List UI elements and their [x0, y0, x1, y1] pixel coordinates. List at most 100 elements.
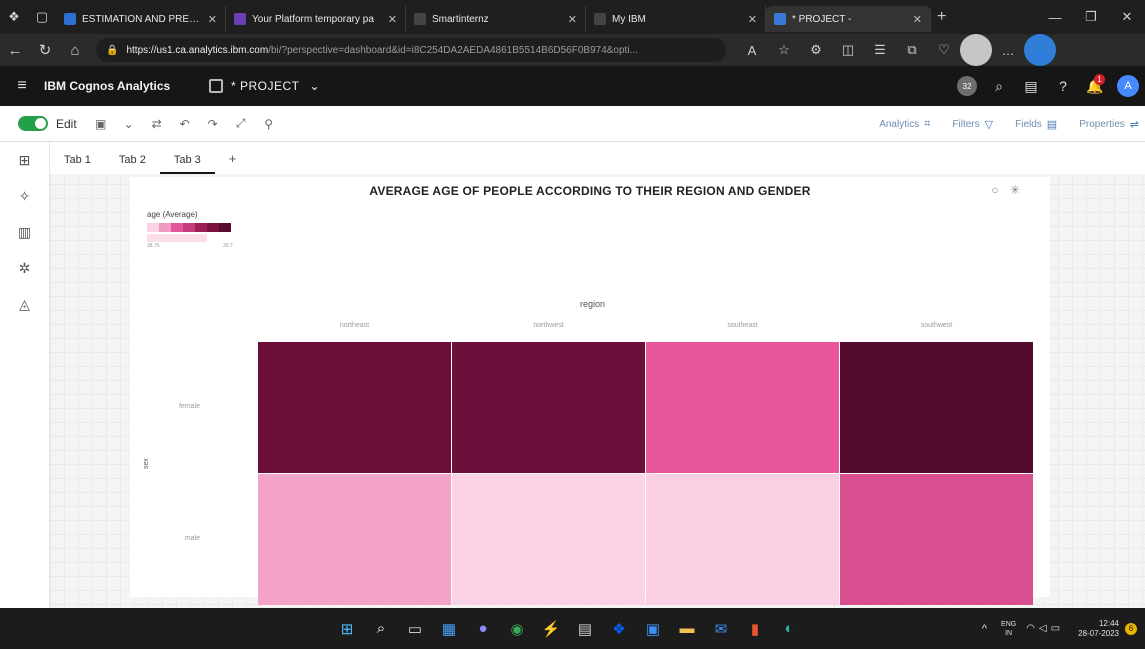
help-icon[interactable]: ?	[1047, 66, 1079, 106]
search-icon[interactable]: ⌕	[366, 614, 396, 644]
properties-button[interactable]: Properties ⇌	[1079, 118, 1139, 131]
dropbox-icon[interactable]: ❖	[604, 614, 634, 644]
brand-name: IBM Cognos Analytics	[44, 79, 171, 93]
mail-icon[interactable]: ✉	[706, 614, 736, 644]
close-window-icon[interactable]: ✕	[1109, 0, 1145, 34]
edit-toggle[interactable]	[18, 116, 48, 131]
chat-icon[interactable]: ▤	[1015, 66, 1047, 106]
photos-icon[interactable]: ▣	[638, 614, 668, 644]
analytics-button[interactable]: Analytics ⌗	[879, 118, 930, 131]
visualizations-icon[interactable]: ▥	[0, 214, 49, 250]
notification-center-badge[interactable]: 6	[1125, 622, 1137, 635]
url-field[interactable]: 🔒 https://us1.ca.analytics.ibm.com/bi/?p…	[96, 38, 726, 62]
bolt-icon[interactable]: ⚡	[536, 614, 566, 644]
filter-icon: ▽	[984, 118, 994, 131]
favorite-star-icon[interactable]: ☆	[768, 34, 800, 66]
home-icon[interactable]: ⌂	[60, 34, 90, 66]
project-name[interactable]: * PROJECT	[231, 79, 300, 93]
read-aloud-icon[interactable]: A	[736, 34, 768, 66]
user-avatar[interactable]: A	[1117, 75, 1139, 97]
widgets-icon[interactable]: ▦	[434, 614, 464, 644]
expand-icon[interactable]: ⤢	[227, 116, 255, 131]
extensions-icon[interactable]: ⚙	[800, 34, 832, 66]
chrome-icon[interactable]: ◉	[502, 614, 532, 644]
legend-swatch	[195, 223, 207, 232]
smartinternz-favicon-icon	[414, 13, 426, 25]
redo-icon[interactable]: ↷	[199, 117, 227, 131]
performance-icon[interactable]: ♡	[928, 34, 960, 66]
clock[interactable]: 12:44 28-07-2023	[1078, 619, 1119, 639]
menu-icon[interactable]: ≡	[0, 77, 44, 95]
back-icon[interactable]: ←	[0, 34, 30, 66]
count-badge[interactable]: 32	[957, 76, 977, 96]
add-tab-icon[interactable]: +	[215, 151, 251, 174]
bulb-icon[interactable]: ○	[991, 183, 998, 197]
browser-tab-label: * PROJECT -	[792, 13, 852, 25]
close-tab-icon[interactable]: ✕	[388, 13, 397, 26]
data-sources-icon[interactable]: ⊞	[0, 142, 49, 178]
minimize-icon[interactable]: —	[1037, 0, 1073, 34]
browser-tab[interactable]: My IBM ✕	[586, 6, 766, 32]
chevron-down-icon[interactable]: ⌄	[115, 117, 143, 131]
calculator-icon[interactable]: ▤	[570, 614, 600, 644]
filters-button[interactable]: Filters ▽	[952, 118, 993, 131]
heatmap-cell[interactable]	[258, 342, 451, 473]
save-icon[interactable]: ▣	[87, 117, 115, 131]
heatmap-cell[interactable]	[258, 474, 451, 605]
heatmap-cell[interactable]	[840, 342, 1033, 473]
pin-icon[interactable]: ⚲	[255, 117, 283, 131]
close-tab-icon[interactable]: ✕	[748, 13, 757, 26]
undo-icon[interactable]: ↶	[171, 117, 199, 131]
filters-label: Filters	[952, 118, 980, 130]
tab-3[interactable]: Tab 3	[159, 154, 215, 174]
notifications-icon[interactable]: 🔔 1	[1079, 66, 1111, 106]
wifi-sound-battery-icon[interactable]: ◠◁▭	[1026, 623, 1064, 634]
chevron-up-icon[interactable]: ^	[982, 623, 987, 635]
tab-2[interactable]: Tab 2	[105, 154, 160, 174]
heatmap-cell[interactable]	[452, 342, 645, 473]
heatmap-widget[interactable]: AVERAGE AGE OF PEOPLE ACCORDING TO THEIR…	[130, 177, 1050, 605]
workspaces-icon[interactable]: ❖	[0, 0, 28, 34]
close-tab-icon[interactable]: ✕	[568, 13, 577, 26]
clock-time: 12:44	[1098, 618, 1119, 628]
file-explorer-icon[interactable]: ▬	[672, 614, 702, 644]
screen: ❖ ▢ ESTIMATION AND PREDICTI ✕ Your Platf…	[0, 0, 1145, 649]
office-icon[interactable]: ▮	[740, 614, 770, 644]
collections-icon[interactable]: ⧉	[896, 34, 928, 66]
assistant-icon[interactable]: ◬	[0, 286, 49, 322]
profile-icon[interactable]	[960, 34, 992, 66]
browser-tab[interactable]: Smartinternz ✕	[406, 6, 586, 32]
search-icon[interactable]: ⌕	[983, 66, 1015, 106]
chevron-down-icon[interactable]: ⌄	[310, 79, 320, 93]
close-tab-icon[interactable]: ✕	[208, 13, 217, 26]
heatmap-cell[interactable]	[646, 342, 839, 473]
edge-icon[interactable]: ◐	[774, 614, 804, 644]
more-icon[interactable]: …	[992, 34, 1024, 66]
maximize-icon[interactable]: ❐	[1073, 0, 1109, 34]
toolbar-right: Analytics ⌗ Filters ▽ Fields ▤ Properties ⇌	[857, 106, 1139, 142]
browser-tab[interactable]: ESTIMATION AND PREDICTI ✕	[56, 6, 226, 32]
browser-tab[interactable]: Your Platform temporary pa ✕	[226, 6, 406, 32]
task-view-icon[interactable]: ▭	[400, 614, 430, 644]
language-indicator[interactable]: ENG IN	[1001, 620, 1016, 638]
heatmap-cell[interactable]	[646, 474, 839, 605]
start-icon[interactable]: ⊞	[332, 614, 362, 644]
fields-button[interactable]: Fields ▤	[1015, 118, 1057, 131]
heatmap-cell[interactable]	[840, 474, 1033, 605]
widgets-icon[interactable]: ✲	[0, 250, 49, 286]
refresh-icon[interactable]: ↻	[30, 34, 60, 66]
new-tab-icon[interactable]: +	[937, 8, 946, 26]
split-screen-icon[interactable]: ◫	[832, 34, 864, 66]
legend-swatch	[147, 223, 159, 232]
teams-icon[interactable]: ●	[468, 614, 498, 644]
browser-tab-active[interactable]: * PROJECT - ✕	[766, 6, 931, 32]
edge-copilot-icon[interactable]	[1024, 34, 1056, 66]
close-tab-icon[interactable]: ✕	[913, 13, 922, 26]
pin-icon[interactable]: ✧	[0, 178, 49, 214]
favorites-icon[interactable]: ☰	[864, 34, 896, 66]
heatmap-cell[interactable]	[452, 474, 645, 605]
settings-icon[interactable]: ✳	[1010, 183, 1020, 197]
tab-1[interactable]: Tab 1	[50, 154, 105, 174]
share-icon[interactable]: ⇄	[143, 117, 171, 131]
tab-actions-icon[interactable]: ▢	[28, 0, 56, 34]
